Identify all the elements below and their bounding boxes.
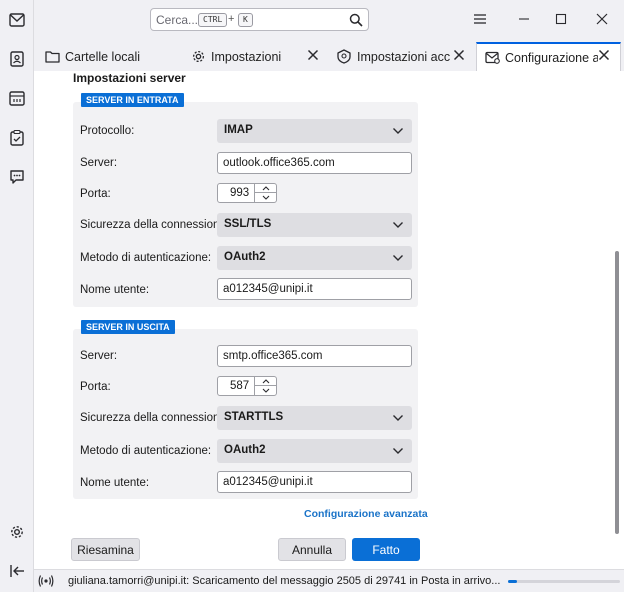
- incoming-auth-value: OAuth2: [224, 251, 266, 263]
- incoming-auth-label: Metodo di autenticazione:: [80, 252, 212, 264]
- search-placeholder: Cerca...: [156, 13, 199, 27]
- close-tab-icon[interactable]: [453, 49, 465, 61]
- outgoing-user-value: a012345@unipi.it: [223, 476, 313, 488]
- cancel-button[interactable]: Annulla: [278, 538, 346, 561]
- outgoing-user-input[interactable]: a012345@unipi.it: [217, 471, 412, 493]
- scrollbar[interactable]: [615, 251, 619, 534]
- maximize-icon[interactable]: [552, 10, 570, 28]
- outgoing-server-label: Server:: [80, 350, 118, 362]
- chevron-down-icon: [393, 255, 403, 261]
- status-bar: giuliana.tamorri@unipi.it: Scaricamento …: [34, 569, 624, 592]
- collapse-sidebar-icon[interactable]: [5, 559, 29, 583]
- outgoing-auth-value: OAuth2: [224, 444, 266, 456]
- tab-label: Configurazione account: [505, 50, 598, 65]
- minimize-icon[interactable]: [515, 10, 533, 28]
- spin-down-icon[interactable]: [255, 386, 276, 395]
- settings-gear-icon[interactable]: [5, 520, 29, 544]
- search-input[interactable]: Cerca... CTRL + K: [150, 8, 369, 31]
- incoming-server-input[interactable]: outlook.office365.com: [217, 152, 412, 174]
- protocol-value: IMAP: [224, 124, 253, 136]
- outgoing-auth-label: Metodo di autenticazione:: [80, 445, 212, 457]
- account-configuration-page: Impostazioni server SERVER IN ENTRATA Pr…: [34, 71, 624, 569]
- incoming-security-select[interactable]: SSL/TLS: [217, 213, 412, 237]
- incoming-port-value: 993: [230, 187, 250, 199]
- tab-bar: Cartelle locali Impostazioni Impostazion…: [34, 40, 624, 71]
- title-bar: Cerca... CTRL + K: [34, 0, 624, 40]
- incoming-server-badge: SERVER IN ENTRATA: [81, 93, 184, 107]
- close-tab-icon[interactable]: [598, 49, 610, 61]
- tab-label: Impostazioni account: [357, 49, 450, 64]
- incoming-port-stepper[interactable]: 993: [217, 183, 277, 203]
- outgoing-security-label: Sicurezza della connessione:: [80, 412, 229, 424]
- outgoing-security-value: STARTTLS: [224, 411, 284, 423]
- protocol-label: Protocollo:: [80, 125, 135, 137]
- address-book-icon[interactable]: [5, 47, 29, 71]
- incoming-auth-select[interactable]: OAuth2: [217, 246, 412, 270]
- tab-label: Cartelle locali: [65, 49, 141, 64]
- chevron-down-icon: [393, 128, 403, 134]
- progress-fill: [508, 580, 517, 583]
- shortcut-key-k: K: [238, 13, 253, 27]
- incoming-user-label: Nome utente:: [80, 284, 150, 296]
- outgoing-auth-select[interactable]: OAuth2: [217, 439, 412, 463]
- outgoing-server-badge: SERVER IN USCITA: [81, 320, 175, 334]
- shield-icon: [336, 49, 352, 65]
- close-window-icon[interactable]: [593, 10, 611, 28]
- outgoing-server-input[interactable]: smtp.office365.com: [217, 345, 412, 367]
- incoming-security-label: Sicurezza della connessione:: [80, 219, 229, 231]
- online-status-icon[interactable]: [38, 574, 54, 588]
- outgoing-user-label: Nome utente:: [80, 477, 150, 489]
- close-tab-icon[interactable]: [307, 49, 319, 61]
- done-button[interactable]: Fatto: [352, 538, 420, 561]
- outgoing-port-value: 587: [230, 380, 250, 392]
- download-progress-bar: [508, 580, 620, 583]
- spaces-toolbar: [0, 0, 34, 592]
- shortcut-plus: +: [228, 13, 235, 25]
- mail-icon[interactable]: [5, 8, 29, 32]
- outgoing-port-stepper[interactable]: 587: [217, 376, 277, 396]
- chevron-down-icon: [393, 448, 403, 454]
- incoming-port-label: Porta:: [80, 188, 111, 200]
- incoming-security-value: SSL/TLS: [224, 218, 272, 230]
- spin-up-icon[interactable]: [255, 377, 276, 386]
- folder-icon: [44, 49, 60, 65]
- incoming-server-value: outlook.office365.com: [223, 157, 335, 169]
- incoming-user-value: a012345@unipi.it: [223, 283, 313, 295]
- status-text: giuliana.tamorri@unipi.it: Scaricamento …: [68, 575, 501, 587]
- protocol-select[interactable]: IMAP: [217, 119, 412, 143]
- search-icon[interactable]: [349, 13, 363, 27]
- incoming-user-input[interactable]: a012345@unipi.it: [217, 278, 412, 300]
- outgoing-security-select[interactable]: STARTTLS: [217, 406, 412, 430]
- page-title: Impostazioni server: [73, 71, 186, 85]
- chat-icon[interactable]: [5, 165, 29, 189]
- tasks-icon[interactable]: [5, 126, 29, 150]
- tab-account-settings[interactable]: Impostazioni account: [336, 42, 450, 71]
- chevron-down-icon: [393, 415, 403, 421]
- outgoing-port-label: Porta:: [80, 381, 111, 393]
- spin-up-icon[interactable]: [255, 184, 276, 193]
- spin-down-icon[interactable]: [255, 193, 276, 202]
- tab-settings[interactable]: Impostazioni: [190, 42, 300, 71]
- calendar-icon[interactable]: [5, 86, 29, 110]
- tab-label: Impostazioni: [211, 49, 282, 64]
- advanced-config-link[interactable]: Configurazione avanzata: [304, 508, 428, 520]
- tab-local-folders[interactable]: Cartelle locali: [44, 42, 184, 71]
- shortcut-key-ctrl: CTRL: [198, 13, 228, 27]
- chevron-down-icon: [393, 222, 403, 228]
- mail-settings-icon: [484, 50, 500, 66]
- gear-icon: [190, 49, 206, 65]
- outgoing-server-value: smtp.office365.com: [223, 350, 323, 362]
- review-button[interactable]: Riesamina: [71, 538, 140, 561]
- app-menu-icon[interactable]: [471, 10, 489, 28]
- incoming-server-label: Server:: [80, 157, 118, 169]
